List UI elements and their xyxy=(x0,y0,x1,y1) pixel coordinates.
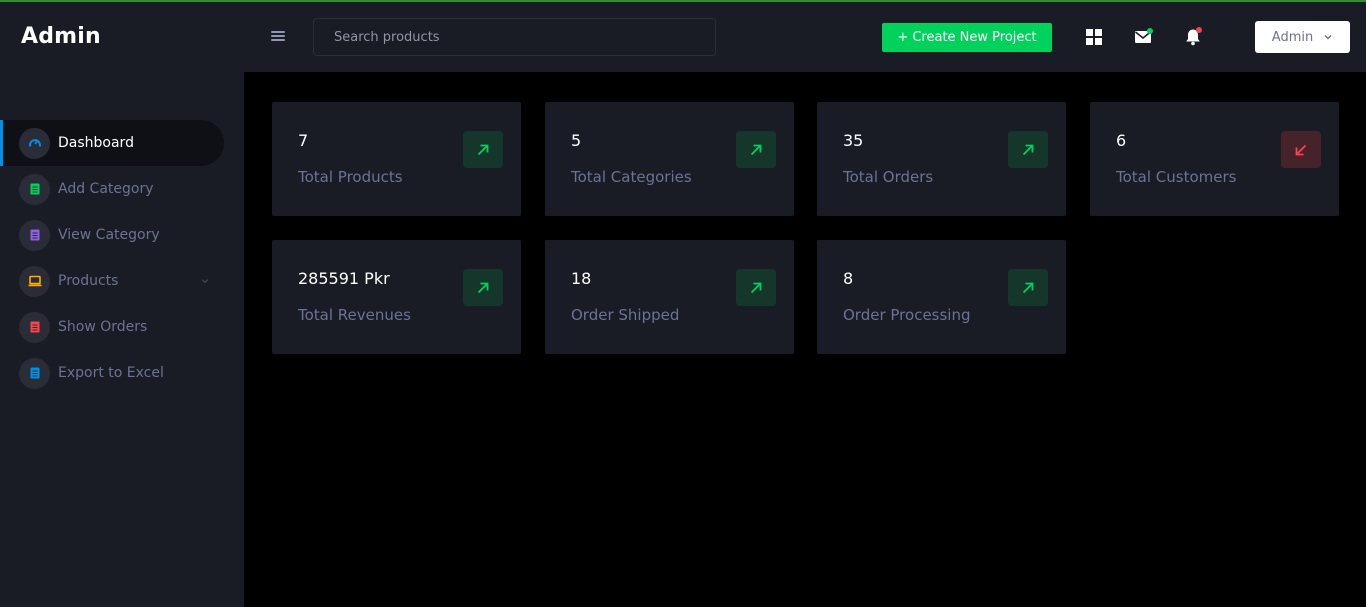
trend-up-badge[interactable] xyxy=(463,131,503,168)
stat-label: Total Revenues xyxy=(298,306,411,324)
sidebar-item-show-orders[interactable]: Show Orders xyxy=(0,304,224,350)
chevron-down-icon xyxy=(201,279,209,284)
stat-label: Total Categories xyxy=(571,168,692,186)
sidebar-item-label: Export to Excel xyxy=(58,365,164,381)
arrow-up-right-icon xyxy=(1022,144,1034,155)
stat-label: Total Orders xyxy=(843,168,934,186)
stat-value: 285591 Pkr xyxy=(298,269,390,288)
stat-card-order-processing: 8 Order Processing xyxy=(817,240,1066,354)
chevron-down-icon xyxy=(1324,34,1332,40)
stat-label: Total Products xyxy=(298,168,403,186)
sidebar-item-export-to-excel[interactable]: Export to Excel xyxy=(0,350,224,396)
stat-card-order-shipped: 18 Order Shipped xyxy=(545,240,794,354)
trend-up-badge[interactable] xyxy=(736,131,776,168)
stat-card-total-customers: 6 Total Customers xyxy=(1090,102,1339,216)
bell-notification-dot xyxy=(1196,27,1202,33)
sidebar-item-view-category[interactable]: View Category xyxy=(0,212,224,258)
sidebar-item-add-category[interactable]: Add Category xyxy=(0,166,224,212)
stat-value: 8 xyxy=(843,269,854,288)
stat-card-total-orders: 35 Total Orders xyxy=(817,102,1066,216)
sidebar-item-products[interactable]: Products xyxy=(0,258,224,304)
stat-label: Order Shipped xyxy=(571,306,680,324)
sidebar-item-label: View Category xyxy=(58,227,160,243)
sidebar-item-dashboard[interactable]: Dashboard xyxy=(0,120,224,166)
stat-value: 35 xyxy=(843,131,864,150)
arrow-up-right-icon xyxy=(477,282,489,293)
brand-logo[interactable]: Admin xyxy=(21,24,101,49)
sidebar-item-label: Products xyxy=(58,273,119,289)
grid-icon[interactable] xyxy=(1084,27,1104,47)
laptop-icon xyxy=(19,265,50,297)
arrow-down-left-icon xyxy=(1295,144,1307,155)
mail-icon[interactable] xyxy=(1133,27,1153,47)
user-name: Admin xyxy=(1271,29,1314,45)
stat-label: Order Processing xyxy=(843,306,971,324)
stat-value: 7 xyxy=(298,131,309,150)
stat-card-total-products: 7 Total Products xyxy=(272,102,521,216)
search-input[interactable] xyxy=(313,18,716,56)
sidebar-item-label: Dashboard xyxy=(58,135,134,151)
mail-notification-dot xyxy=(1147,28,1153,34)
top-navbar: Admin + Create New Project Admin xyxy=(0,2,1366,72)
stat-value: 6 xyxy=(1116,131,1127,150)
user-dropdown-button[interactable]: Admin xyxy=(1255,21,1350,53)
trend-up-badge[interactable] xyxy=(1008,269,1048,306)
create-project-button[interactable]: + Create New Project xyxy=(882,23,1052,52)
arrow-up-right-icon xyxy=(750,144,762,155)
trend-up-badge[interactable] xyxy=(463,269,503,306)
arrow-up-right-icon xyxy=(477,144,489,155)
trend-down-badge[interactable] xyxy=(1281,131,1321,168)
document-icon xyxy=(19,173,50,205)
arrow-up-right-icon xyxy=(1022,282,1034,293)
arrow-up-right-icon xyxy=(750,282,762,293)
document-icon xyxy=(19,219,50,251)
stat-value: 5 xyxy=(571,131,582,150)
sidebar-item-label: Add Category xyxy=(58,181,154,197)
bell-icon[interactable] xyxy=(1183,27,1203,47)
document-icon xyxy=(19,357,50,389)
trend-up-badge[interactable] xyxy=(736,269,776,306)
stat-card-total-categories: 5 Total Categories xyxy=(545,102,794,216)
document-icon xyxy=(19,311,50,343)
sidebar-item-label: Show Orders xyxy=(58,319,148,335)
menu-toggle-icon[interactable] xyxy=(270,29,286,43)
stat-card-total-revenues: 285591 Pkr Total Revenues xyxy=(272,240,521,354)
stat-value: 18 xyxy=(571,269,592,288)
stat-label: Total Customers xyxy=(1116,168,1237,186)
sidebar: Dashboard Add Category View Category Pro… xyxy=(0,72,244,607)
speedometer-icon xyxy=(19,127,50,159)
trend-up-badge[interactable] xyxy=(1008,131,1048,168)
